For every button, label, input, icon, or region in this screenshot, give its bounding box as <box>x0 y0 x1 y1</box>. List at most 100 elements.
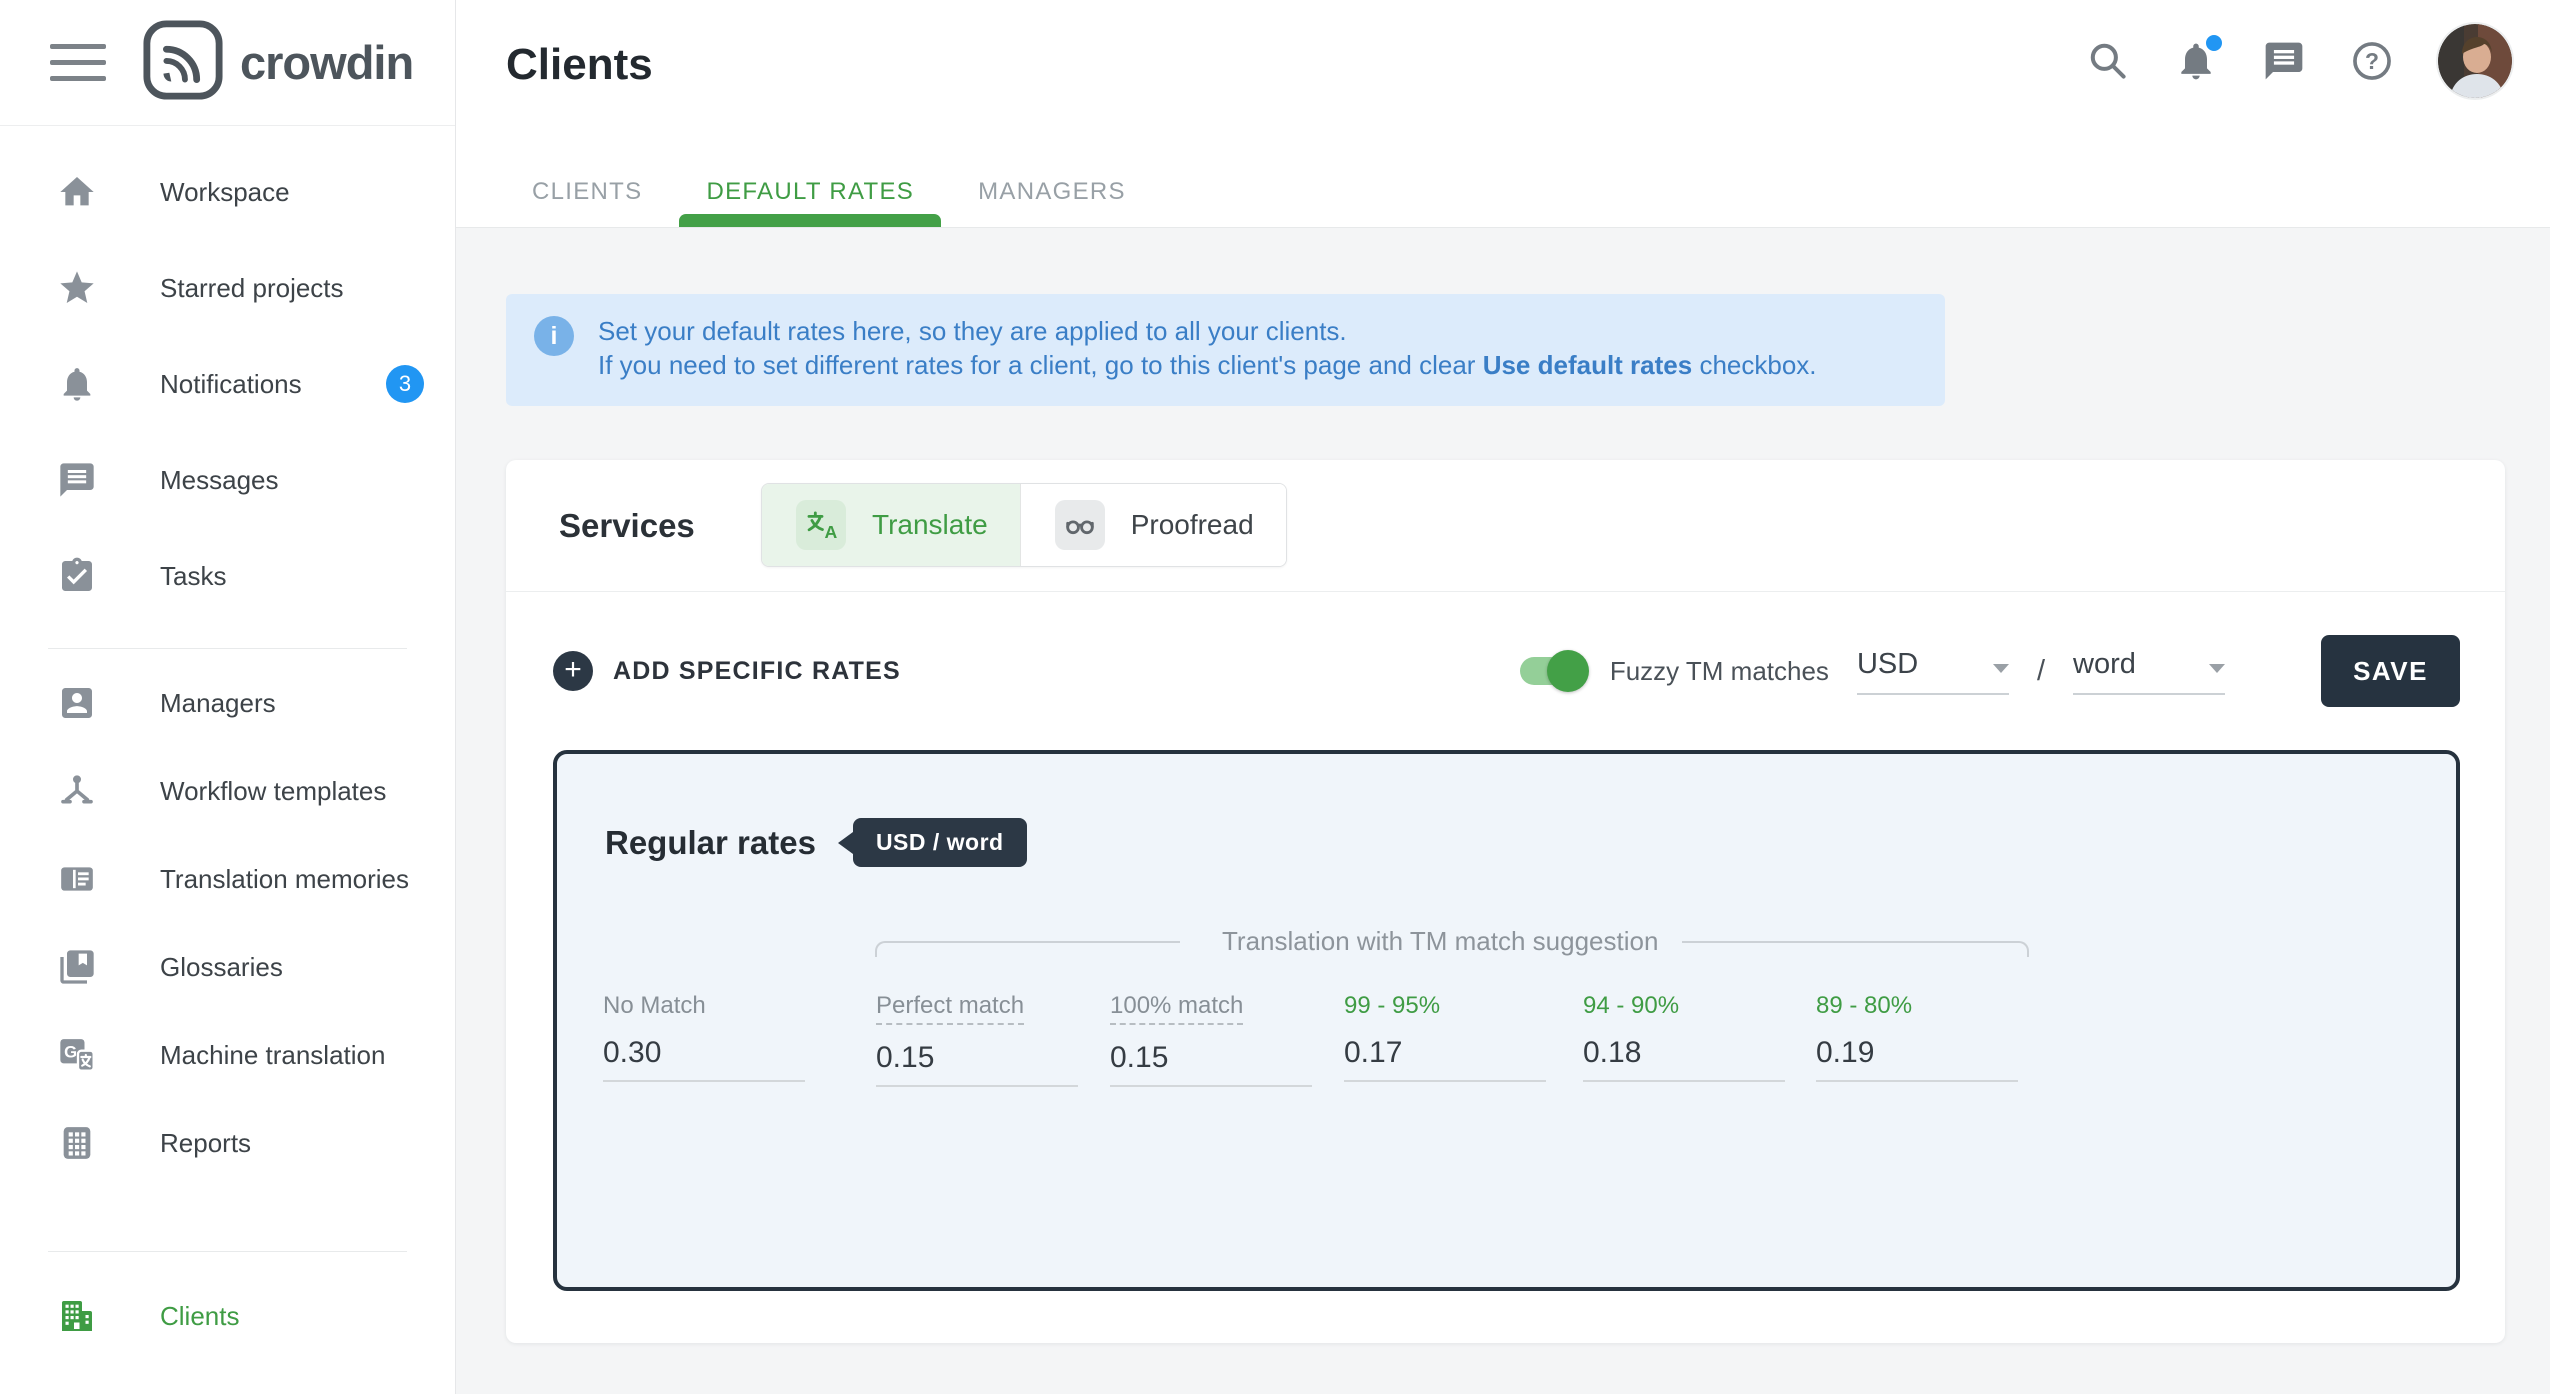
regular-rates-panel: Regular rates USD / word Translation wit… <box>553 750 2460 1291</box>
services-title: Services <box>559 507 695 545</box>
glasses-icon <box>1055 500 1105 550</box>
translate-label: Translate <box>872 509 988 541</box>
main-area: Clients ? CLIE <box>456 0 2550 1394</box>
chevron-down-icon <box>2209 664 2225 673</box>
rate-input-94-90[interactable] <box>1583 1032 1785 1082</box>
page-title: Clients <box>506 40 653 90</box>
crowdin-wordmark: crowdin <box>240 35 413 90</box>
user-avatar[interactable] <box>2438 24 2512 98</box>
panel-title-row: Regular rates USD / word <box>605 818 1027 867</box>
notifications-count-badge: 3 <box>386 365 424 403</box>
bell-icon <box>57 364 97 404</box>
proofread-label: Proofread <box>1131 509 1254 541</box>
add-specific-rates-button[interactable]: + ADD SPECIFIC RATES <box>553 651 901 691</box>
building-icon <box>57 1296 97 1336</box>
sidebar-item-managers[interactable]: Managers <box>0 659 455 747</box>
machine-translate-icon: G <box>57 1035 97 1075</box>
notifications-bell-icon[interactable] <box>2174 39 2218 83</box>
crowdin-logo-icon <box>142 19 224 106</box>
crowdin-app: crowdin Workspace Starred projects Notif… <box>0 0 2550 1394</box>
rate-col-no-match: No Match <box>603 992 818 1082</box>
rate-col-94-90: 94 - 90% <box>1583 992 1798 1082</box>
book-bookmark-icon <box>57 947 97 987</box>
sidebar-item-messages[interactable]: Messages <box>0 432 455 528</box>
currency-select[interactable]: USD <box>1857 648 2009 695</box>
rates-toolbar: + ADD SPECIFIC RATES Fuzzy TM matches US… <box>506 592 2505 750</box>
crowdin-logo[interactable]: crowdin <box>142 19 413 106</box>
sidebar-header: crowdin <box>0 0 455 126</box>
tm-match-bracket-label: Translation with TM match suggestion <box>1222 926 1658 956</box>
regular-rates-title: Regular rates <box>605 824 816 862</box>
help-icon[interactable]: ? <box>2350 39 2394 83</box>
svg-text:?: ? <box>2365 48 2379 74</box>
info-banner-line2: If you need to set different rates for a… <box>598 348 1817 382</box>
unit-select[interactable]: word <box>2073 648 2225 695</box>
unit-value: word <box>2073 648 2136 681</box>
search-icon[interactable] <box>2086 39 2130 83</box>
services-row: Services A Translate Proofrea <box>506 460 2505 592</box>
rate-col-perfect-match: Perfect match <box>876 992 1091 1087</box>
person-card-icon <box>57 683 97 723</box>
memory-card-icon <box>57 859 97 899</box>
bracket-line-right <box>1682 941 2029 957</box>
sidebar-item-workspace[interactable]: Workspace <box>0 144 455 240</box>
rate-input-89-80[interactable] <box>1816 1032 2018 1082</box>
info-banner: i Set your default rates here, so they a… <box>506 294 1945 406</box>
sidebar-item-tasks[interactable]: Tasks <box>0 528 455 624</box>
bracket-line-left <box>875 941 1180 957</box>
plus-icon: + <box>553 651 593 691</box>
rate-col-89-80: 89 - 80% <box>1816 992 2031 1082</box>
fuzzy-tm-toggle[interactable] <box>1520 657 1586 685</box>
sidebar-item-notifications[interactable]: Notifications 3 <box>0 336 455 432</box>
proofread-segment[interactable]: Proofread <box>1020 484 1286 566</box>
page-content: i Set your default rates here, so they a… <box>456 228 2550 1394</box>
service-switcher: A Translate Proofread <box>761 483 1287 567</box>
badge-arrow <box>838 832 853 854</box>
fuzzy-tm-label: Fuzzy TM matches <box>1610 656 1829 687</box>
translate-icon: A <box>796 500 846 550</box>
rate-col-99-95: 99 - 95% <box>1344 992 1559 1082</box>
workflow-icon <box>57 771 97 811</box>
chevron-down-icon <box>1993 664 2009 673</box>
info-icon: i <box>534 316 574 356</box>
sidebar-item-clients[interactable]: Clients <box>0 1252 455 1380</box>
info-banner-text: Set your default rates here, so they are… <box>598 314 1817 386</box>
rate-col-100-match: 100% match <box>1110 992 1325 1087</box>
tab-clients[interactable]: CLIENTS <box>505 157 669 227</box>
svg-text:A: A <box>825 522 838 542</box>
sidebar-divider <box>48 648 407 649</box>
translate-segment[interactable]: A Translate <box>762 484 1020 566</box>
sidebar-item-machine-translation[interactable]: G Machine translation <box>0 1011 455 1099</box>
svg-text:G: G <box>64 1043 77 1062</box>
sidebar-item-starred-projects[interactable]: Starred projects <box>0 240 455 336</box>
calculator-icon <box>57 1123 97 1163</box>
page-header: Clients ? CLIE <box>456 0 2550 228</box>
sidebar-item-workflow-templates[interactable]: Workflow templates <box>0 747 455 835</box>
messages-icon[interactable] <box>2262 39 2306 83</box>
sidebar-item-glossaries[interactable]: Glossaries <box>0 923 455 1011</box>
sidebar-item-reports[interactable]: Reports <box>0 1099 455 1187</box>
rate-input-perfect-match[interactable] <box>876 1037 1078 1087</box>
rate-input-99-95[interactable] <box>1344 1032 1546 1082</box>
sidebar-nav: Workspace Starred projects Notifications… <box>0 126 455 1380</box>
header-actions: ? <box>2086 24 2512 98</box>
default-rates-card: Services A Translate Proofrea <box>506 460 2505 1343</box>
tab-managers[interactable]: MANAGERS <box>951 157 1153 227</box>
tab-default-rates[interactable]: DEFAULT RATES <box>679 157 941 227</box>
star-icon <box>57 268 97 308</box>
per-separator: / <box>2037 655 2045 688</box>
menu-icon[interactable] <box>50 44 106 81</box>
rate-input-no-match[interactable] <box>603 1032 805 1082</box>
chat-bubble-icon <box>57 460 97 500</box>
rate-input-100-match[interactable] <box>1110 1037 1312 1087</box>
clipboard-check-icon <box>57 556 97 596</box>
currency-value: USD <box>1857 648 1918 681</box>
currency-unit-badge: USD / word <box>853 818 1027 867</box>
sidebar: crowdin Workspace Starred projects Notif… <box>0 0 456 1394</box>
unread-notification-dot <box>2202 31 2226 55</box>
save-button[interactable]: SAVE <box>2321 635 2460 707</box>
rates-settings: Fuzzy TM matches USD / word SAVE <box>1520 635 2460 707</box>
sidebar-item-translation-memories[interactable]: Translation memories <box>0 835 455 923</box>
tm-match-bracket: Translation with TM match suggestion <box>875 926 2029 957</box>
home-icon <box>57 172 97 212</box>
